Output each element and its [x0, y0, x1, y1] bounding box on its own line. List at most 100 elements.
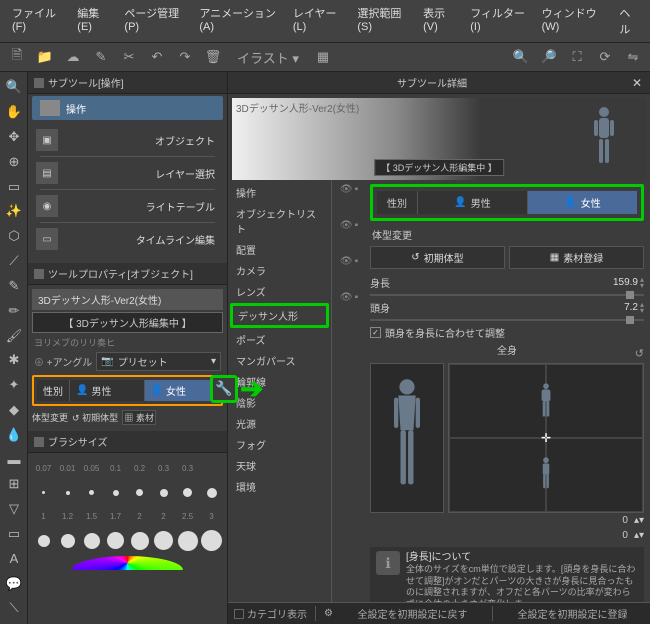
- cat-layout[interactable]: 配置: [228, 239, 331, 260]
- cat-manga-pers[interactable]: マンガパース: [228, 350, 331, 371]
- ruler-tool-icon[interactable]: ⟍: [2, 597, 26, 620]
- subtool-light-table[interactable]: ◉ライトテーブル: [32, 192, 223, 220]
- link-icon[interactable]: ▪: [355, 184, 359, 195]
- airbrush-tool-icon[interactable]: ✱: [2, 349, 26, 372]
- brush-value[interactable]: 1.7: [104, 505, 127, 528]
- canvas-icon[interactable]: ▦: [310, 46, 336, 68]
- height-value[interactable]: 159.9: [613, 277, 638, 288]
- color-wheel[interactable]: [72, 556, 183, 570]
- delete-icon[interactable]: 🗑: [200, 46, 226, 68]
- doc-selector[interactable]: イラスト ▾: [228, 46, 308, 68]
- subtool-group-operation[interactable]: 操作: [32, 96, 223, 120]
- cut-icon[interactable]: ✂: [116, 46, 142, 68]
- brush-dot[interactable]: [56, 481, 79, 504]
- gender-male[interactable]: 👤男性: [70, 380, 144, 401]
- brush-value[interactable]: 1.5: [80, 505, 103, 528]
- reset-body-button[interactable]: ↺初期体型: [370, 246, 505, 269]
- new-icon[interactable]: 🗎: [4, 46, 30, 68]
- brush-dot[interactable]: [104, 481, 127, 504]
- cat-operation[interactable]: 操作: [228, 182, 331, 203]
- heads-slider[interactable]: [370, 319, 644, 321]
- brush-value[interactable]: 0.2: [128, 457, 151, 480]
- brush-dot[interactable]: [152, 481, 175, 504]
- brush-dot[interactable]: [32, 481, 55, 504]
- menu-filter[interactable]: フィルター(I): [462, 2, 533, 40]
- menu-layer[interactable]: レイヤー(L): [285, 2, 350, 40]
- rotate-icon[interactable]: ⟳: [592, 46, 618, 68]
- spin-y[interactable]: ▴▾: [634, 530, 644, 541]
- brush-value[interactable]: 0.05: [80, 457, 103, 480]
- flip-icon[interactable]: ⇋: [620, 46, 646, 68]
- menu-help[interactable]: ヘル: [611, 2, 646, 40]
- fit-icon[interactable]: ⛶: [564, 46, 590, 68]
- eye-icon[interactable]: 👁: [340, 184, 353, 195]
- gender-female-detail[interactable]: 👤女性: [528, 191, 637, 214]
- brush-value[interactable]: 2.5: [176, 505, 199, 528]
- undo-icon[interactable]: ↶: [144, 46, 170, 68]
- spin-x-value[interactable]: 0: [622, 515, 628, 526]
- cat-objectlist[interactable]: オブジェクトリスト: [228, 203, 331, 239]
- zoom-out-icon[interactable]: 🔎: [536, 46, 562, 68]
- brush-dot[interactable]: [32, 529, 55, 552]
- subtool-layer-select[interactable]: ▤レイヤー選択: [32, 159, 223, 187]
- gender-female[interactable]: 👤女性: [145, 380, 219, 401]
- redo-icon[interactable]: ↷: [172, 46, 198, 68]
- pencil-tool-icon[interactable]: ✏: [2, 299, 26, 322]
- brush-value[interactable]: 0.1: [104, 457, 127, 480]
- move-layer-tool-icon[interactable]: ⊕: [2, 150, 26, 173]
- wrench-icon[interactable]: 🔧: [210, 375, 238, 403]
- eraser-tool-icon[interactable]: ◆: [2, 399, 26, 422]
- blend-tool-icon[interactable]: 💧: [2, 423, 26, 446]
- brush-value[interactable]: 0.3: [152, 457, 175, 480]
- menu-file[interactable]: ファイル(F): [4, 2, 69, 40]
- operation-tool-icon[interactable]: ✥: [2, 126, 26, 149]
- menu-page[interactable]: ページ管理(P): [116, 2, 191, 40]
- cat-light[interactable]: 光源: [228, 413, 331, 434]
- eye-icon[interactable]: 👁: [340, 292, 353, 303]
- gender-male-detail[interactable]: 👤男性: [418, 191, 527, 214]
- brush-value[interactable]: 0.07: [32, 457, 55, 480]
- magnify-tool-icon[interactable]: 🔍: [2, 76, 26, 99]
- fill-tool-icon[interactable]: ▬: [2, 448, 26, 471]
- eyedropper-tool-icon[interactable]: ⟋: [2, 250, 26, 273]
- menu-edit[interactable]: 編集(E): [69, 2, 116, 40]
- menu-window[interactable]: ウィンドウ(W): [534, 2, 612, 40]
- height-spinner[interactable]: ▴▾: [640, 277, 644, 289]
- brush-dot[interactable]: [128, 529, 151, 552]
- cat-fog[interactable]: フォグ: [228, 434, 331, 455]
- balloon-tool-icon[interactable]: 💬: [2, 572, 26, 595]
- save-all-button[interactable]: 全設定を初期設定に登録: [501, 606, 644, 621]
- brush-dot[interactable]: [152, 529, 175, 552]
- eye-icon[interactable]: 👁: [340, 256, 353, 267]
- reset-all-button[interactable]: 全設定を初期設定に戻す: [341, 606, 484, 621]
- brush-value[interactable]: 1: [32, 505, 55, 528]
- brush-dot[interactable]: [80, 481, 103, 504]
- save-icon[interactable]: ✎: [88, 46, 114, 68]
- link-icon[interactable]: ▪: [355, 292, 359, 303]
- brush-dot[interactable]: [128, 481, 151, 504]
- brush-dot[interactable]: [56, 529, 79, 552]
- body-preview[interactable]: [370, 363, 444, 513]
- body-type-grid[interactable]: ✛: [448, 363, 644, 513]
- hand-tool-icon[interactable]: ✋: [2, 101, 26, 124]
- reset-body-small[interactable]: ↺ 初期体型: [72, 411, 118, 424]
- marquee-tool-icon[interactable]: ▭: [2, 175, 26, 198]
- heads-spinner[interactable]: ▴▾: [640, 302, 644, 314]
- cloud-icon[interactable]: ☁: [60, 46, 86, 68]
- spin-y-value[interactable]: 0: [622, 530, 628, 541]
- subtool-timeline[interactable]: ▭タイムライン編集: [32, 225, 223, 253]
- brush-dot[interactable]: [176, 529, 199, 552]
- text-tool-icon[interactable]: A: [2, 547, 26, 570]
- close-icon[interactable]: ✕: [630, 76, 644, 90]
- deco-tool-icon[interactable]: ✦: [2, 374, 26, 397]
- brush-value[interactable]: 2: [152, 505, 175, 528]
- height-slider[interactable]: [370, 294, 644, 296]
- cat-env[interactable]: 環境: [228, 476, 331, 497]
- subtool-object[interactable]: ▣オブジェクト: [32, 126, 223, 154]
- gradient-tool-icon[interactable]: ⊞: [2, 473, 26, 496]
- cat-pose[interactable]: ポーズ: [228, 329, 331, 350]
- spin-x[interactable]: ▴▾: [634, 515, 644, 526]
- brush-value[interactable]: 1.2: [56, 505, 79, 528]
- fit-checkbox[interactable]: ✓: [370, 327, 381, 338]
- brush-dot[interactable]: [200, 529, 223, 552]
